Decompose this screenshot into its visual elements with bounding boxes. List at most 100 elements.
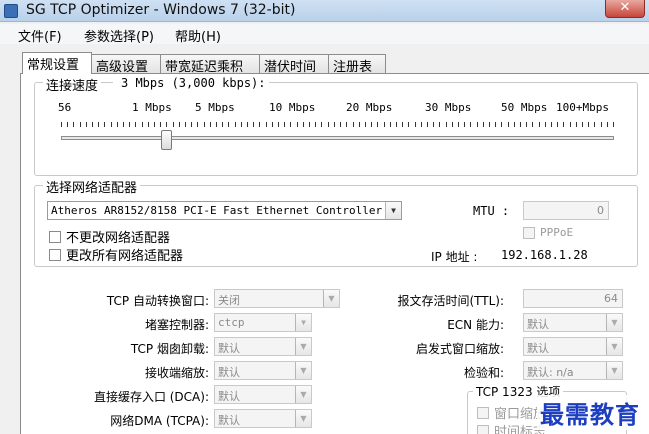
- heuristic-scaling-value: 默认: [527, 342, 549, 355]
- no-change-adapter-box: [49, 230, 61, 243]
- slider-tick: [464, 122, 465, 127]
- chevron-down-icon: ▼: [295, 314, 311, 331]
- slider-tick: [129, 122, 130, 127]
- speed-slider-ticks: [61, 122, 614, 128]
- tcp-autotuning-select[interactable]: 关闭 ▼: [214, 289, 340, 308]
- app-icon: [4, 4, 18, 18]
- slider-tick: [309, 122, 310, 127]
- slider-tick: [278, 122, 279, 127]
- ip-address-label: IP 地址 :: [431, 250, 478, 264]
- window-title: SG TCP Optimizer - Windows 7 (32-bit): [26, 2, 296, 18]
- slider-tick: [433, 122, 434, 127]
- slider-tick: [508, 122, 509, 127]
- slider-tick: [179, 122, 180, 127]
- speed-label-20mbps: 20 Mbps: [346, 101, 393, 114]
- watermark-logo: 最需教育: [537, 395, 643, 430]
- mtu-field[interactable]: 0: [523, 201, 609, 220]
- tab-general-settings[interactable]: 常规设置: [22, 52, 92, 74]
- slider-tick: [290, 122, 291, 127]
- ttl-field[interactable]: 64: [523, 289, 623, 308]
- chevron-down-icon: ▼: [295, 338, 311, 355]
- connection-speed-value: 3 Mbps (3,000 kbps):: [113, 76, 269, 90]
- congestion-provider-label: 堵塞控制器:: [144, 318, 209, 332]
- ip-address-value: 192.168.1.28: [501, 248, 588, 262]
- menu-file[interactable]: 文件(F): [18, 26, 62, 45]
- direct-cache-access-select[interactable]: 默认 ▼: [214, 385, 312, 404]
- slider-tick: [427, 122, 428, 127]
- slider-tick: [402, 122, 403, 127]
- change-all-adapters-checkbox[interactable]: 更改所有网络适配器: [49, 245, 183, 264]
- network-adapter-label: 选择网络适配器: [43, 177, 141, 196]
- congestion-provider-select[interactable]: ctcp ▼: [214, 313, 312, 332]
- slider-tick: [377, 122, 378, 127]
- direct-cache-access-label: 直接缓存入口 (DCA):: [93, 390, 209, 404]
- slider-tick: [92, 122, 93, 127]
- slider-tick: [210, 122, 211, 127]
- netdma-select[interactable]: 默认 ▼: [214, 409, 312, 428]
- slider-tick: [61, 122, 62, 127]
- chevron-down-icon: ▼: [606, 338, 622, 355]
- heuristic-scaling-select[interactable]: 默认 ▼: [523, 337, 623, 356]
- ecn-capability-select[interactable]: 默认 ▼: [523, 313, 623, 332]
- slider-tick: [197, 122, 198, 127]
- tab-advanced-settings[interactable]: 高级设置: [91, 54, 161, 75]
- speed-label-5mbps: 5 Mbps: [195, 101, 235, 114]
- general-settings-panel: 连接速度 3 Mbps (3,000 kbps): 56 1 Mbps 5 Mb…: [20, 73, 649, 434]
- slider-tick: [185, 122, 186, 127]
- no-change-adapter-label: 不更改网络适配器: [66, 231, 171, 246]
- netdma-label: 网络DMA (TCPA):: [110, 414, 209, 428]
- speed-label-100mbps: 100+Mbps: [556, 101, 609, 114]
- slider-tick: [315, 122, 316, 127]
- slider-tick: [80, 122, 81, 127]
- slider-tick: [297, 122, 298, 127]
- receive-side-scaling-select[interactable]: 默认 ▼: [214, 361, 312, 380]
- tab-registry[interactable]: 注册表: [328, 54, 386, 75]
- chimney-offload-select[interactable]: 默认 ▼: [214, 337, 312, 356]
- slider-tick: [557, 122, 558, 127]
- tab-bandwidth-delay-product[interactable]: 带宽延迟乘积: [160, 54, 260, 75]
- slider-tick: [235, 122, 236, 127]
- pppoe-label: PPPoE: [540, 226, 574, 239]
- timestamps-checkbox[interactable]: 时间标志: [477, 421, 546, 434]
- slider-tick: [477, 122, 478, 127]
- speed-label-56k: 56: [58, 101, 72, 114]
- tcp-autotuning-label: TCP 自动转换窗口:: [106, 294, 209, 308]
- title-bar: SG TCP Optimizer - Windows 7 (32-bit) ✕: [0, 0, 649, 22]
- slider-tick: [216, 122, 217, 127]
- menu-help[interactable]: 帮助(H): [175, 26, 221, 45]
- slider-tick: [470, 122, 471, 127]
- chevron-down-icon: ▼: [606, 314, 622, 331]
- slider-tick: [284, 122, 285, 127]
- speed-slider-track[interactable]: [61, 136, 614, 140]
- slider-tick: [551, 122, 552, 127]
- network-adapter-value: Atheros AR8152/8158 PCI-E Fast Ethernet …: [51, 204, 383, 217]
- slider-tick: [539, 122, 540, 127]
- slider-tick: [73, 122, 74, 127]
- pppoe-checkbox-box: [523, 226, 535, 239]
- speed-label-10mbps: 10 Mbps: [269, 101, 316, 114]
- slider-tick: [439, 122, 440, 127]
- speed-slider-thumb[interactable]: [161, 130, 172, 150]
- slider-tick: [532, 122, 533, 127]
- slider-tick: [483, 122, 484, 127]
- slider-tick: [67, 122, 68, 127]
- slider-tick: [241, 122, 242, 127]
- checksum-offload-select[interactable]: 默认: n/a ▼: [523, 361, 623, 380]
- timestamps-box: [477, 424, 489, 434]
- close-button[interactable]: ✕: [605, 0, 645, 18]
- window-scaling-checkbox[interactable]: 窗口缩放: [477, 403, 546, 422]
- slider-tick: [266, 122, 267, 127]
- network-adapter-select[interactable]: Atheros AR8152/8158 PCI-E Fast Ethernet …: [47, 201, 402, 220]
- slider-tick: [415, 122, 416, 127]
- direct-cache-access-value: 默认: [218, 390, 240, 403]
- connection-speed-group: [34, 82, 638, 176]
- receive-side-scaling-value: 默认: [218, 366, 240, 379]
- chevron-down-icon: ▼: [606, 362, 622, 379]
- slider-tick: [384, 122, 385, 127]
- ecn-capability-label: ECN 能力:: [447, 318, 504, 332]
- tab-latency[interactable]: 潜伏时间: [259, 54, 329, 75]
- window-scaling-box: [477, 406, 489, 419]
- no-change-adapter-checkbox[interactable]: 不更改网络适配器: [49, 227, 170, 246]
- menu-preferences[interactable]: 参数选择(P): [84, 26, 154, 45]
- pppoe-checkbox[interactable]: PPPoE: [523, 226, 573, 239]
